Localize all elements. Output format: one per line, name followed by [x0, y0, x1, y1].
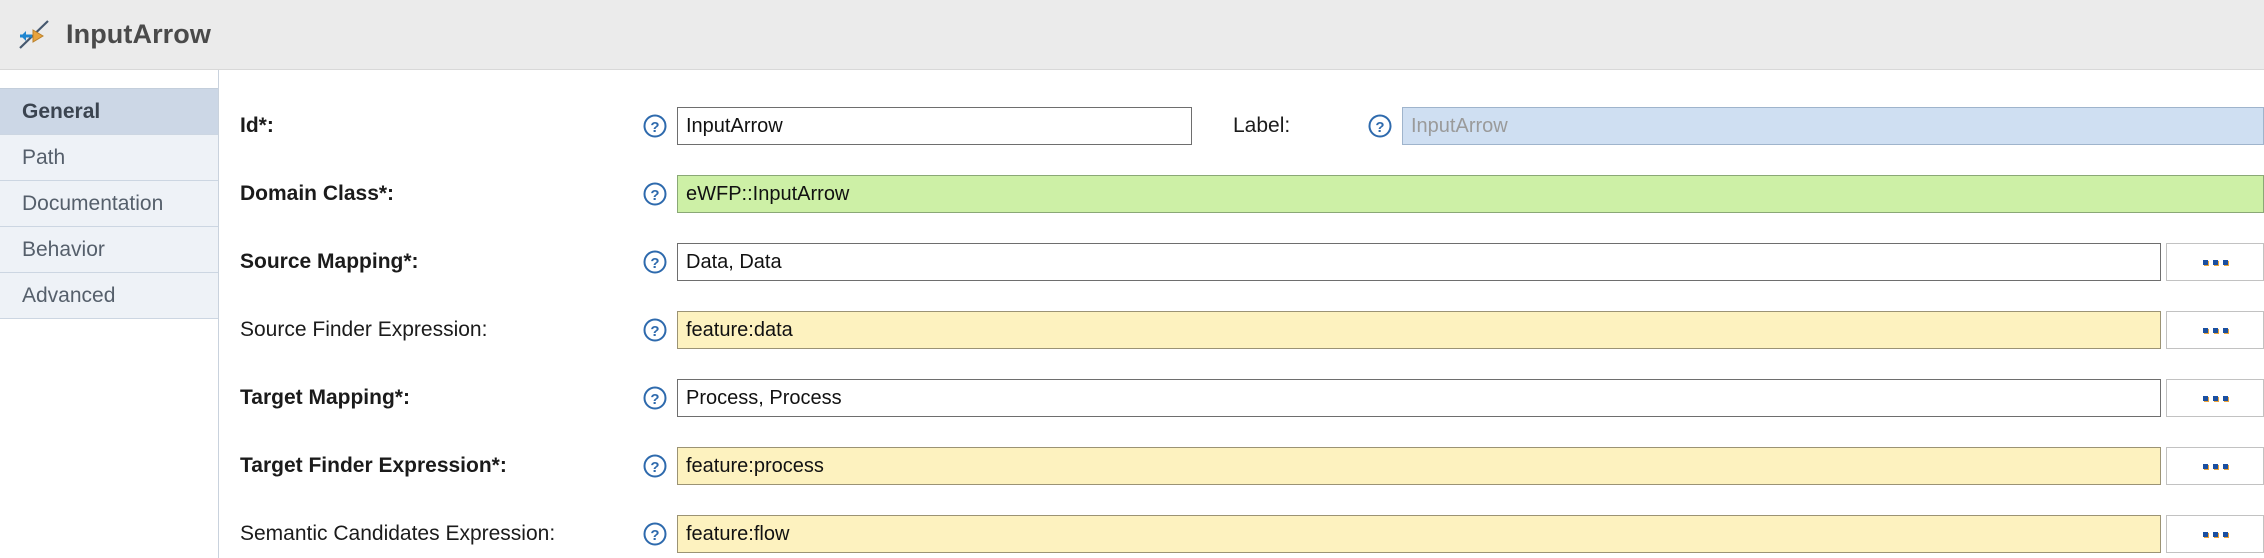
- sidebar-item-advanced[interactable]: Advanced: [0, 273, 218, 319]
- sidebar-item-label: Advanced: [22, 283, 116, 307]
- sidebar-item-documentation[interactable]: Documentation: [0, 181, 218, 227]
- help-icon-source-mapping[interactable]: ?: [633, 248, 677, 276]
- dot-icon: [2212, 463, 2218, 469]
- help-icon-domain-class[interactable]: ?: [633, 180, 677, 208]
- form-row-source-mapping: Source Mapping*: ? Data, Data: [219, 228, 2264, 296]
- form-row-source-finder-expression: Source Finder Expression: ? feature:data: [219, 296, 2264, 364]
- sidebar-item-label: Behavior: [22, 237, 105, 261]
- target-finder-expression-browse-button[interactable]: [2166, 447, 2264, 485]
- dot-icon: [2212, 327, 2218, 333]
- help-icon-source-finder-expression[interactable]: ?: [633, 316, 677, 344]
- sidebar-item-behavior[interactable]: Behavior: [0, 227, 218, 273]
- dot-icon: [2222, 259, 2228, 265]
- form-row-domain-class: Domain Class*: ? eWFP::InputArrow: [219, 160, 2264, 228]
- window-body: General Path Documentation Behavior Adva…: [0, 70, 2264, 558]
- svg-text:?: ?: [650, 391, 659, 408]
- dot-icon: [2202, 531, 2208, 537]
- target-mapping-browse-button[interactable]: [2166, 379, 2264, 417]
- dot-icon: [2212, 259, 2218, 265]
- sidebar-item-path[interactable]: Path: [0, 135, 218, 181]
- dot-icon: [2202, 327, 2208, 333]
- dot-icon: [2202, 395, 2208, 401]
- semantic-candidates-expression-browse-button[interactable]: [2166, 515, 2264, 553]
- id-label: Id*:: [240, 114, 274, 137]
- semantic-candidates-expression-label: Semantic Candidates Expression:: [240, 522, 556, 545]
- input-arrow-icon: [16, 17, 52, 53]
- help-icon-target-finder-expression[interactable]: ?: [633, 452, 677, 480]
- dot-icon: [2202, 259, 2208, 265]
- svg-text:?: ?: [650, 527, 659, 544]
- dot-icon: [2222, 395, 2228, 401]
- label-field-label: Label:: [1233, 114, 1291, 137]
- source-mapping-label: Source Mapping*:: [240, 250, 419, 273]
- form-row-target-mapping: Target Mapping*: ? Process, Process: [219, 364, 2264, 432]
- sidebar: General Path Documentation Behavior Adva…: [0, 70, 219, 558]
- help-icon-semantic-candidates-expression[interactable]: ?: [633, 520, 677, 548]
- domain-class-input[interactable]: eWFP::InputArrow: [677, 175, 2264, 213]
- source-mapping-input[interactable]: Data, Data: [677, 243, 2161, 281]
- semantic-candidates-expression-input-value: feature:flow: [686, 522, 790, 545]
- svg-text:?: ?: [650, 459, 659, 476]
- form-row-id: Id*: ? InputArrow Label: ? InputArrow: [219, 92, 2264, 160]
- property-editor-window: InputArrow General Path Documentation Be…: [0, 0, 2264, 558]
- semantic-candidates-expression-input[interactable]: feature:flow: [677, 515, 2161, 553]
- id-input-value: InputArrow: [686, 114, 783, 137]
- svg-text:?: ?: [650, 323, 659, 340]
- source-finder-expression-input-value: feature:data: [686, 318, 793, 341]
- sidebar-item-label: General: [22, 99, 101, 123]
- source-finder-expression-label: Source Finder Expression:: [240, 318, 488, 341]
- source-finder-expression-input[interactable]: feature:data: [677, 311, 2161, 349]
- sidebar-item-label: Path: [22, 145, 66, 169]
- domain-class-label: Domain Class*:: [240, 182, 395, 205]
- label-input-placeholder: InputArrow: [1411, 114, 1508, 137]
- help-icon-id[interactable]: ?: [633, 112, 677, 140]
- sidebar-item-general[interactable]: General: [0, 89, 218, 135]
- window-titlebar: InputArrow: [0, 0, 2264, 70]
- svg-text:?: ?: [650, 255, 659, 272]
- target-mapping-input[interactable]: Process, Process: [677, 379, 2161, 417]
- general-properties-form: Id*: ? InputArrow Label: ? InputArrow Do…: [219, 70, 2264, 558]
- svg-text:?: ?: [1375, 119, 1384, 136]
- window-title: InputArrow: [66, 19, 211, 49]
- svg-text:?: ?: [650, 187, 659, 204]
- target-finder-expression-label: Target Finder Expression*:: [240, 454, 507, 477]
- sidebar-tab-list: General Path Documentation Behavior Adva…: [0, 88, 218, 319]
- target-finder-expression-input[interactable]: feature:process: [677, 447, 2161, 485]
- dot-icon: [2222, 463, 2228, 469]
- svg-text:?: ?: [650, 119, 659, 136]
- source-mapping-input-value: Data, Data: [686, 250, 782, 273]
- dot-icon: [2222, 531, 2228, 537]
- domain-class-input-value: eWFP::InputArrow: [686, 182, 850, 205]
- target-finder-expression-input-value: feature:process: [686, 454, 824, 477]
- form-row-target-finder-expression: Target Finder Expression*: ? feature:pro…: [219, 432, 2264, 500]
- label-input[interactable]: InputArrow: [1402, 107, 2264, 145]
- dot-icon: [2202, 463, 2208, 469]
- source-finder-expression-browse-button[interactable]: [2166, 311, 2264, 349]
- dot-icon: [2212, 531, 2218, 537]
- id-input[interactable]: InputArrow: [677, 107, 1192, 145]
- sidebar-item-label: Documentation: [22, 191, 164, 215]
- help-icon-target-mapping[interactable]: ?: [633, 384, 677, 412]
- source-mapping-browse-button[interactable]: [2166, 243, 2264, 281]
- form-row-semantic-candidates-expression: Semantic Candidates Expression: ? featur…: [219, 500, 2264, 558]
- help-icon-label[interactable]: ?: [1358, 112, 1402, 140]
- dot-icon: [2212, 395, 2218, 401]
- target-mapping-input-value: Process, Process: [686, 386, 842, 409]
- target-mapping-label: Target Mapping*:: [240, 386, 410, 409]
- dot-icon: [2222, 327, 2228, 333]
